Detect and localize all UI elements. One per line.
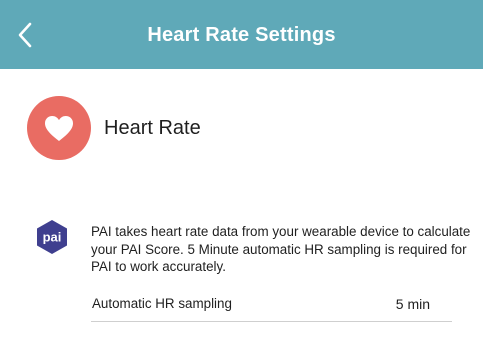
pai-badge-text: pai	[43, 230, 62, 245]
heart-rate-section: Heart Rate	[27, 96, 201, 160]
sampling-value: 5 min	[395, 296, 430, 312]
pai-logo-icon: pai	[37, 220, 67, 254]
page-title: Heart Rate Settings	[147, 24, 336, 46]
back-button[interactable]	[10, 18, 40, 52]
sampling-label: Automatic HR sampling	[92, 296, 232, 311]
heart-icon	[27, 96, 91, 160]
automatic-hr-sampling-row[interactable]: Automatic HR sampling 5 min	[91, 285, 452, 322]
pai-description: PAI takes heart rate data from your wear…	[91, 224, 471, 274]
heart-shape	[45, 115, 73, 141]
header-bar: Heart Rate Settings	[0, 0, 483, 69]
chevron-left-icon	[18, 22, 32, 48]
heart-rate-title: Heart Rate	[104, 116, 201, 139]
